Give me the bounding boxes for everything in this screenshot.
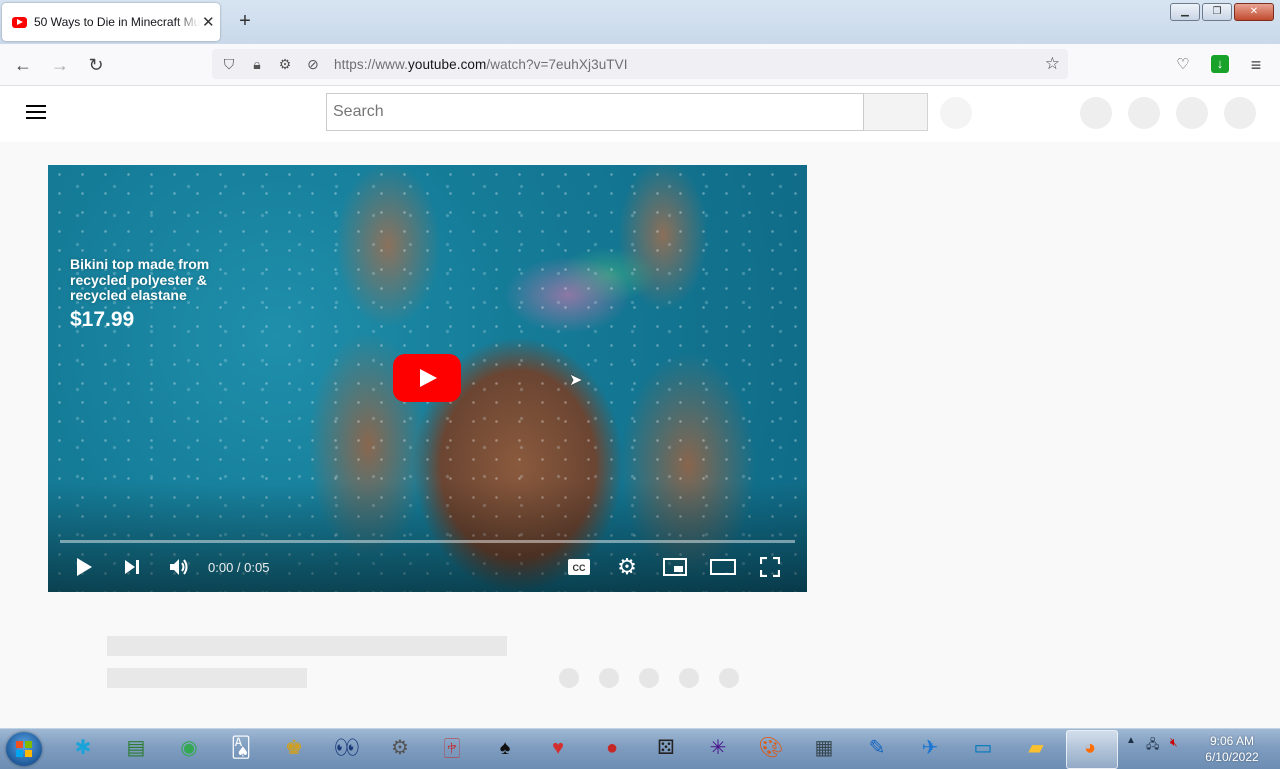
minimize-button[interactable]: ▁ (1170, 3, 1200, 21)
theater-mode-icon[interactable] (709, 554, 737, 580)
search-button[interactable] (864, 93, 928, 131)
avatar-placeholder[interactable] (1224, 97, 1256, 129)
restore-button[interactable]: ❐ (1202, 3, 1232, 21)
title-skeleton (107, 636, 507, 656)
terminal-icon[interactable]: ▤ (121, 733, 151, 763)
bookmark-star-icon[interactable]: ☆ (1045, 54, 1060, 74)
paper-plane-icon[interactable]: ✈ (915, 733, 945, 763)
download-extension-icon[interactable]: ↓ (1211, 55, 1229, 73)
calculator-icon[interactable]: ▦ (809, 733, 839, 763)
ladybug-icon[interactable]: ● (597, 733, 627, 763)
chrome-icon[interactable]: ◉ (174, 733, 204, 763)
shield-icon[interactable]: ⛉ (218, 56, 240, 73)
header-icon-placeholder[interactable] (1128, 97, 1160, 129)
next-icon[interactable] (120, 554, 144, 580)
forward-button[interactable]: → (48, 53, 72, 77)
video-player[interactable]: Bikini top made from recycled polyester … (48, 165, 807, 592)
captions-icon[interactable]: CC (567, 554, 591, 580)
voice-search-placeholder[interactable] (940, 97, 972, 129)
gear-icon[interactable]: ⚙ (385, 733, 415, 763)
ad-line: recycled polyester & (70, 271, 207, 288)
close-window-button[interactable]: ✕ (1234, 3, 1274, 21)
paint-icon[interactable]: 🎨︎ (756, 733, 786, 763)
hamburger-menu-icon[interactable] (26, 105, 46, 121)
windows-taskbar: ✱ ▤ ◉ 🂡 ♚ 👀︎ ⚙ 🀄︎ ♠ ♥ ● ⚄ ✳ 🎨︎ ▦ ✎ ✈ ▭ ▰ ◕ ▲ 🖧 🔇︎ 9:06 AM 6… (0, 728, 1280, 769)
tab-close-icon[interactable]: ✕ (202, 13, 215, 31)
new-tab-button[interactable]: + (234, 10, 256, 32)
app-menu-icon[interactable]: ≡ (1244, 53, 1268, 77)
dice-icon[interactable]: ⚄ (651, 733, 681, 763)
navigation-toolbar: ← → ↻ ⛉ 🔒︎ ⚙︎ ⊘ https://www.youtube.com/… (0, 44, 1280, 86)
action-skeleton (559, 668, 579, 688)
action-skeleton (719, 668, 739, 688)
header-icon-placeholder[interactable] (1176, 97, 1208, 129)
channel-skeleton (107, 668, 307, 688)
action-skeleton (599, 668, 619, 688)
accessibility-icon[interactable]: ✱ (68, 733, 98, 763)
progress-bar[interactable] (60, 540, 795, 543)
reload-button[interactable]: ↻ (84, 53, 108, 77)
url-text[interactable]: https://www.youtube.com/watch?v=7euhXj3u… (334, 57, 628, 72)
solitaire-icon[interactable]: 🂡 (226, 733, 256, 763)
permissions-icon[interactable]: ⚙︎ (274, 56, 296, 73)
hearts-icon[interactable]: ♥ (543, 733, 573, 763)
settings-gear-icon[interactable]: ⚙ (614, 554, 640, 580)
sticky-notes-icon[interactable]: ▰ (1021, 733, 1051, 763)
mahjong-icon[interactable]: 🀄︎ (437, 733, 467, 763)
notepad-icon[interactable]: ▭ (968, 733, 998, 763)
ad-line: Bikini top made from (70, 256, 210, 272)
ad-price: $17.99 (70, 308, 135, 331)
ad-overlay-text: Bikini top made from recycled polyester … (70, 256, 210, 304)
browser-tab[interactable]: 50 Ways to Die in Minecraft Mu ✕ (2, 3, 220, 41)
autoplay-blocked-icon[interactable]: ⊘ (302, 56, 324, 73)
tab-strip: 50 Ways to Die in Minecraft Mu ✕ + ▁ ❐ ✕ (0, 0, 1280, 44)
window-controls: ▁ ❐ ✕ (1170, 3, 1274, 21)
volume-muted-icon[interactable]: 🔇︎ (1170, 735, 1178, 750)
network-icon[interactable]: 🖧 (1146, 735, 1159, 756)
mouse-cursor-icon: ➤ (569, 372, 583, 389)
chess-king-icon[interactable]: ♚ (279, 733, 309, 763)
youtube-favicon-icon (12, 16, 27, 28)
ad-line: recycled elastane (70, 287, 187, 303)
clock-date: 6/10/2022 (1205, 750, 1259, 764)
spider-icon[interactable]: ✳ (703, 733, 733, 763)
back-button[interactable]: ← (11, 53, 35, 77)
clock[interactable]: 9:06 AM 6/10/2022 (1196, 733, 1268, 765)
firefox-icon[interactable]: ◕ (1075, 733, 1105, 763)
youtube-header (0, 86, 1280, 142)
address-bar[interactable]: ⛉ 🔒︎ ⚙︎ ⊘ https://www.youtube.com/watch?… (212, 49, 1068, 79)
search-input[interactable] (326, 93, 864, 131)
eyes-icon[interactable]: 👀︎ (332, 733, 362, 763)
show-hidden-icons-icon[interactable]: ▲ (1126, 735, 1136, 746)
tab-title: 50 Ways to Die in Minecraft Mu (34, 15, 200, 29)
action-skeleton (679, 668, 699, 688)
time-display: 0:00 / 0:05 (208, 560, 270, 575)
header-icon-placeholder[interactable] (1080, 97, 1112, 129)
action-skeleton (639, 668, 659, 688)
miniplayer-icon[interactable] (662, 554, 688, 580)
large-play-button[interactable] (393, 354, 461, 402)
spades-icon[interactable]: ♠ (490, 733, 520, 763)
play-icon[interactable] (72, 554, 96, 580)
pocket-icon[interactable]: ♡ (1171, 53, 1195, 77)
svg-text:CC: CC (573, 563, 586, 573)
fullscreen-icon[interactable] (758, 554, 782, 580)
volume-icon[interactable] (167, 554, 191, 580)
lock-icon[interactable]: 🔒︎ (246, 56, 268, 73)
clock-time: 9:06 AM (1209, 734, 1255, 748)
start-button[interactable] (6, 732, 42, 766)
controls-gradient (48, 482, 807, 592)
wordpad-icon[interactable]: ✎ (862, 733, 892, 763)
